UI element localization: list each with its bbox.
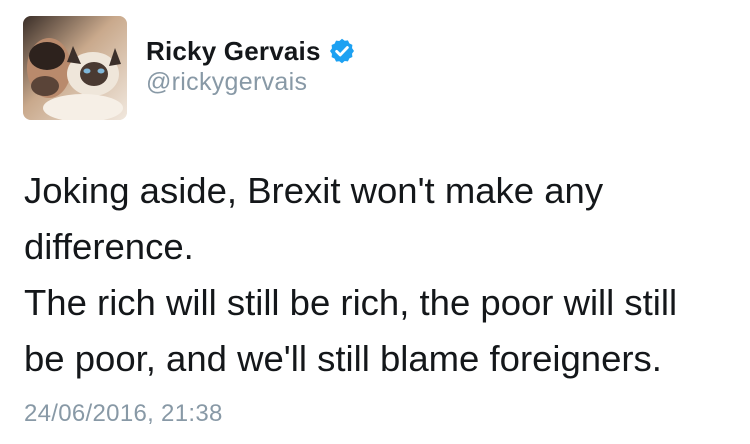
tweet-text-line: The rich will still be rich, the poor wi… bbox=[24, 282, 678, 323]
tweet-text: Joking aside, Brexit won't make any diff… bbox=[24, 163, 739, 387]
author-avatar[interactable] bbox=[23, 16, 127, 120]
author-handle[interactable]: @rickygervais bbox=[146, 68, 307, 97]
tweet-text-line: difference. bbox=[24, 226, 194, 267]
author-display-name[interactable]: Ricky Gervais bbox=[146, 36, 321, 67]
author-name-row: Ricky Gervais bbox=[146, 33, 356, 69]
tweet-timestamp[interactable]: 24/06/2016, 21:38 bbox=[24, 400, 223, 428]
tweet-card: Ricky Gervais @rickygervais Joking aside… bbox=[0, 0, 750, 444]
tweet-text-line: be poor, and we'll still blame foreigner… bbox=[24, 338, 662, 379]
verified-badge-icon bbox=[328, 37, 356, 65]
avatar-photo bbox=[23, 16, 127, 120]
tweet-text-line: Joking aside, Brexit won't make any bbox=[24, 170, 604, 211]
